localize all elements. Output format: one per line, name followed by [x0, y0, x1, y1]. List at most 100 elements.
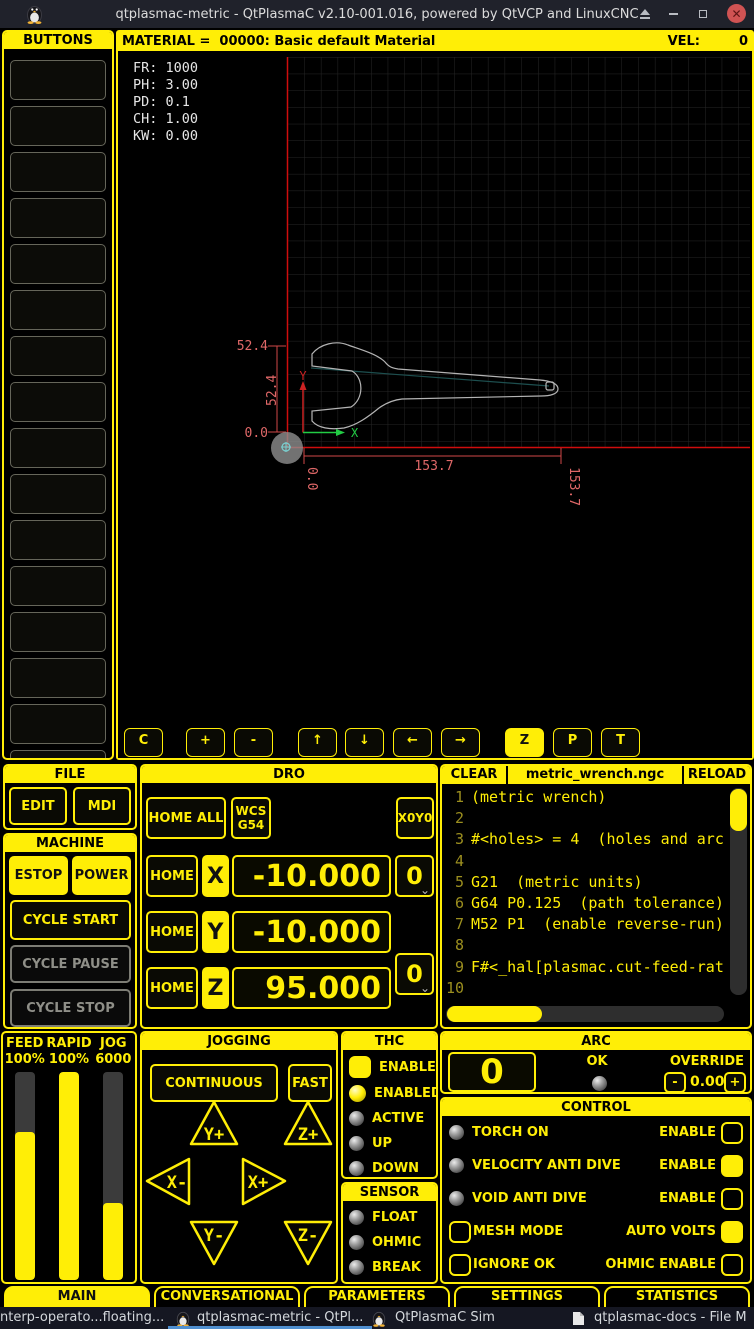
jog-z-minus-button[interactable]: Z- [285, 1222, 331, 1264]
tab-conversational[interactable]: CONVERSATIONAL [154, 1286, 300, 1307]
jog-y-plus-button[interactable]: Y+ [191, 1102, 237, 1145]
z-view-button[interactable]: Z [505, 728, 544, 757]
arc-override-minus-button[interactable]: - [664, 1072, 686, 1093]
gcode-line[interactable]: 6G64 P0.125 (path tolerance) [444, 893, 726, 914]
shade-window-button[interactable] [636, 6, 654, 22]
clear-gcode-button[interactable]: CLEAR [442, 766, 506, 784]
x0y0-button[interactable]: X0Y0 [396, 797, 434, 839]
restore-window-button[interactable] [694, 6, 712, 22]
gcode-line[interactable]: 4 [444, 851, 726, 872]
gcode-line[interactable]: 3#<holes> = 4 (holes and arc [444, 829, 726, 850]
user-button-empty[interactable] [10, 290, 106, 330]
ohmic-enable-checkbox[interactable] [721, 1254, 743, 1276]
zoom-in-button[interactable]: + [186, 728, 225, 757]
jog-z-plus-button[interactable]: Z+ [285, 1102, 331, 1145]
cycle-stop-button[interactable]: CYCLE STOP [10, 989, 131, 1027]
user-button-empty[interactable] [10, 244, 106, 284]
taskbar-item[interactable]: QtPlasmaC Sim [395, 1307, 525, 1329]
zero-x-combo[interactable]: 0⌄ [395, 855, 434, 897]
clear-plot-button[interactable]: C [124, 728, 163, 757]
gcode-line[interactable]: 8 [444, 935, 726, 956]
preview-canvas[interactable]: FR: 1000 PH: 3.00 PD: 0.1 CH: 1.00 KW: 0… [118, 51, 752, 724]
jog-y-minus-button[interactable]: Y- [191, 1222, 237, 1264]
edit-button[interactable]: EDIT [9, 787, 67, 825]
arc-panel-title: ARC [442, 1033, 750, 1050]
wcs-button[interactable]: WCS G54 [231, 797, 271, 839]
thc-down-label: DOWN [372, 1161, 419, 1176]
user-button-empty[interactable] [10, 60, 106, 100]
gcode-filename[interactable]: metric_wrench.ngc [506, 766, 684, 784]
torch-enable-checkbox[interactable] [721, 1122, 743, 1144]
user-button-empty[interactable] [10, 106, 106, 146]
reload-gcode-button[interactable]: RELOAD [684, 766, 750, 784]
user-button-empty[interactable] [10, 612, 106, 652]
gcode-line[interactable]: 2 [444, 808, 726, 829]
mdi-button[interactable]: MDI [73, 787, 131, 825]
home-x-button[interactable]: HOME [146, 855, 198, 897]
tab-statistics[interactable]: STATISTICS [604, 1286, 750, 1307]
p-view-button[interactable]: P [553, 728, 592, 757]
user-button-empty[interactable] [10, 152, 106, 192]
cycle-pause-button[interactable]: CYCLE PAUSE [10, 945, 131, 983]
cycle-start-button[interactable]: CYCLE START [10, 900, 131, 940]
void-enable-checkbox[interactable] [721, 1188, 743, 1210]
gcode-line[interactable]: 5G21 (metric units) [444, 872, 726, 893]
svg-text:FR: 1000: FR: 1000 [133, 60, 198, 76]
material-label[interactable]: MATERIAL = 00000: Basic default Material [118, 34, 668, 49]
user-button-empty[interactable] [10, 336, 106, 376]
pan-up-button[interactable]: ↑ [298, 728, 337, 757]
pan-down-button[interactable]: ↓ [345, 728, 384, 757]
home-all-button[interactable]: HOME ALL [146, 797, 226, 839]
user-button-empty[interactable] [10, 520, 106, 560]
auto-volts-checkbox[interactable] [721, 1221, 743, 1243]
svg-text:X+: X+ [248, 1173, 268, 1193]
gcode-line[interactable]: 7M52 P1 (enable reverse-run) [444, 914, 726, 935]
scrollbar-thumb[interactable] [447, 1006, 542, 1022]
zero-y-combo[interactable]: 0⌄ [395, 953, 434, 995]
taskbar-item[interactable]: nterp-operato...floating... [0, 1307, 172, 1329]
ignore-ok-checkbox[interactable] [449, 1254, 471, 1276]
tab-main[interactable]: MAIN [4, 1286, 150, 1307]
user-button-empty[interactable] [10, 428, 106, 468]
user-button-empty[interactable] [10, 474, 106, 514]
material-bar: MATERIAL = 00000: Basic default Material… [118, 32, 752, 51]
axis-letter-y: Y [202, 911, 229, 953]
gcode-line[interactable]: 1(metric wrench) [444, 787, 726, 808]
user-button-empty[interactable] [10, 658, 106, 698]
break-sensor-led [349, 1260, 364, 1275]
user-button-empty[interactable] [10, 382, 106, 422]
feed-override-slider[interactable] [15, 1072, 35, 1280]
jog-speed-slider[interactable] [103, 1072, 123, 1280]
home-z-button[interactable]: HOME [146, 967, 198, 1009]
gcode-line[interactable]: 9F#<_hal[plasmac.cut-feed-rat [444, 957, 726, 978]
user-button-empty[interactable] [10, 198, 106, 238]
jog-x-minus-button[interactable]: X- [147, 1159, 189, 1204]
tab-parameters[interactable]: PARAMETERS [304, 1286, 450, 1307]
gcode-vertical-scrollbar[interactable] [730, 788, 747, 995]
mesh-mode-checkbox[interactable] [449, 1221, 471, 1243]
t-view-button[interactable]: T [601, 728, 640, 757]
home-y-button[interactable]: HOME [146, 911, 198, 953]
minimize-window-button[interactable] [664, 6, 682, 22]
user-button-empty[interactable] [10, 704, 106, 744]
gcode-line[interactable]: 10 [444, 978, 726, 999]
velocity-enable-checkbox[interactable] [721, 1155, 743, 1177]
jog-x-plus-button[interactable]: X+ [243, 1159, 285, 1204]
user-buttons-panel: BUTTONS [2, 30, 114, 760]
taskbar-item[interactable]: qtplasmac-docs - File M [594, 1307, 754, 1329]
estop-button[interactable]: ESTOP [9, 856, 68, 895]
tab-settings[interactable]: SETTINGS [454, 1286, 600, 1307]
thc-enable-checkbox[interactable] [349, 1056, 371, 1078]
close-window-button[interactable]: ✕ [727, 4, 746, 23]
user-button-empty[interactable] [10, 566, 106, 606]
thc-up-led [349, 1136, 364, 1151]
power-button[interactable]: POWER [72, 856, 131, 895]
scrollbar-thumb[interactable] [730, 789, 747, 831]
gcode-horizontal-scrollbar[interactable] [446, 1006, 724, 1022]
pan-right-button[interactable]: → [441, 728, 480, 757]
rapid-override-slider[interactable] [59, 1072, 79, 1280]
user-button-empty[interactable] [10, 750, 106, 760]
zoom-out-button[interactable]: - [234, 728, 273, 757]
arc-override-plus-button[interactable]: + [724, 1072, 746, 1093]
pan-left-button[interactable]: ← [393, 728, 432, 757]
